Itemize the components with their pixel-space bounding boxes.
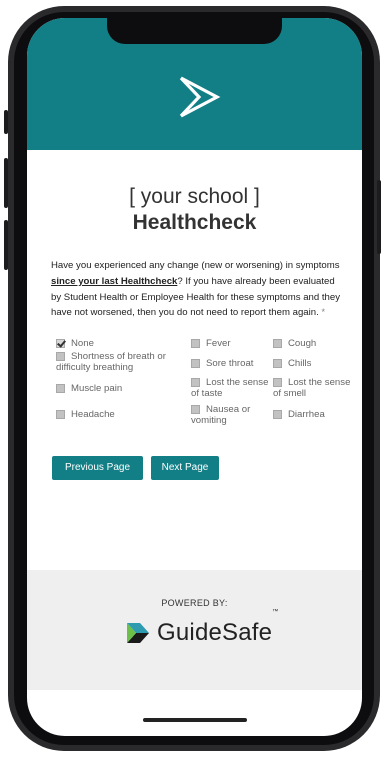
symptom-option-fever[interactable]: Fever bbox=[191, 338, 271, 349]
option-label: Lost the sense of taste bbox=[191, 377, 269, 399]
notch bbox=[107, 18, 282, 44]
symptom-option-lost-smell[interactable]: Lost the sense of smell bbox=[273, 377, 353, 399]
option-label: Sore throat bbox=[206, 358, 254, 369]
symptom-option-nausea[interactable]: Nausea or vomiting bbox=[191, 404, 269, 426]
checkbox[interactable] bbox=[273, 378, 282, 387]
power-button bbox=[377, 180, 381, 254]
checkbox[interactable] bbox=[191, 405, 200, 414]
home-indicator[interactable] bbox=[143, 718, 247, 722]
option-label: Muscle pain bbox=[71, 383, 123, 394]
checkbox[interactable] bbox=[191, 378, 200, 387]
symptom-option-chills[interactable]: Chills bbox=[273, 358, 353, 369]
option-label: Shortness of breath or difficulty breath… bbox=[56, 351, 166, 373]
guidesafe-brand: GuideSafe ™ bbox=[125, 609, 278, 648]
symptom-option-cough[interactable]: Cough bbox=[273, 338, 353, 349]
chevron-logo-icon bbox=[179, 76, 221, 118]
next-page-button[interactable]: Next Page bbox=[151, 456, 219, 480]
mute-switch bbox=[4, 110, 8, 134]
question-emphasis: since your last Healthcheck bbox=[51, 275, 178, 287]
brand-name: GuideSafe ™ bbox=[157, 609, 278, 647]
checkbox[interactable] bbox=[56, 410, 65, 419]
powered-by-label: POWERED BY: bbox=[161, 598, 228, 608]
guidesafe-chevron-icon bbox=[127, 623, 149, 643]
symptom-option-lost-taste[interactable]: Lost the sense of taste bbox=[191, 377, 269, 399]
volume-up-button bbox=[4, 158, 8, 208]
symptom-option-diarrhea[interactable]: Diarrhea bbox=[273, 409, 353, 420]
checkbox[interactable] bbox=[273, 410, 282, 419]
option-label: None bbox=[71, 338, 94, 349]
school-name: [ your school ] bbox=[129, 185, 260, 208]
previous-page-button[interactable]: Previous Page bbox=[52, 456, 143, 480]
brand-text: GuideSafe bbox=[157, 619, 273, 646]
healthcheck-heading: Healthcheck bbox=[132, 211, 257, 234]
question-prefix: Have you experienced any change (new or … bbox=[51, 260, 340, 271]
option-label: Cough bbox=[288, 338, 317, 349]
symptom-option-headache[interactable]: Headache bbox=[56, 409, 186, 420]
option-label: Lost the sense of smell bbox=[273, 377, 351, 399]
checkbox[interactable] bbox=[191, 359, 200, 368]
checkbox-checked[interactable] bbox=[56, 339, 65, 348]
symptom-question: Have you experienced any change (new or … bbox=[51, 258, 347, 321]
symptom-option-shortness-of-breath[interactable]: Shortness of breath or difficulty breath… bbox=[56, 351, 196, 373]
option-label: Diarrhea bbox=[288, 409, 325, 420]
checkbox[interactable] bbox=[273, 359, 282, 368]
checkbox[interactable] bbox=[273, 339, 282, 348]
volume-down-button bbox=[4, 220, 8, 270]
trademark-symbol: ™ bbox=[272, 609, 279, 615]
symptom-option-sore-throat[interactable]: Sore throat bbox=[191, 358, 271, 369]
phone-screen: [ your school ] Healthcheck Have you exp… bbox=[27, 18, 362, 736]
option-label: Chills bbox=[288, 358, 312, 369]
symptom-option-none[interactable]: None bbox=[56, 338, 186, 349]
required-mark: * bbox=[321, 307, 326, 319]
symptom-option-muscle-pain[interactable]: Muscle pain bbox=[56, 383, 186, 394]
page-title: [ your school ] Healthcheck bbox=[27, 184, 362, 236]
option-label: Fever bbox=[206, 338, 231, 349]
checkbox[interactable] bbox=[56, 352, 65, 361]
option-label: Headache bbox=[71, 409, 115, 420]
checkbox[interactable] bbox=[191, 339, 200, 348]
footer: POWERED BY: GuideSafe ™ bbox=[27, 570, 362, 690]
checkbox[interactable] bbox=[56, 384, 65, 393]
